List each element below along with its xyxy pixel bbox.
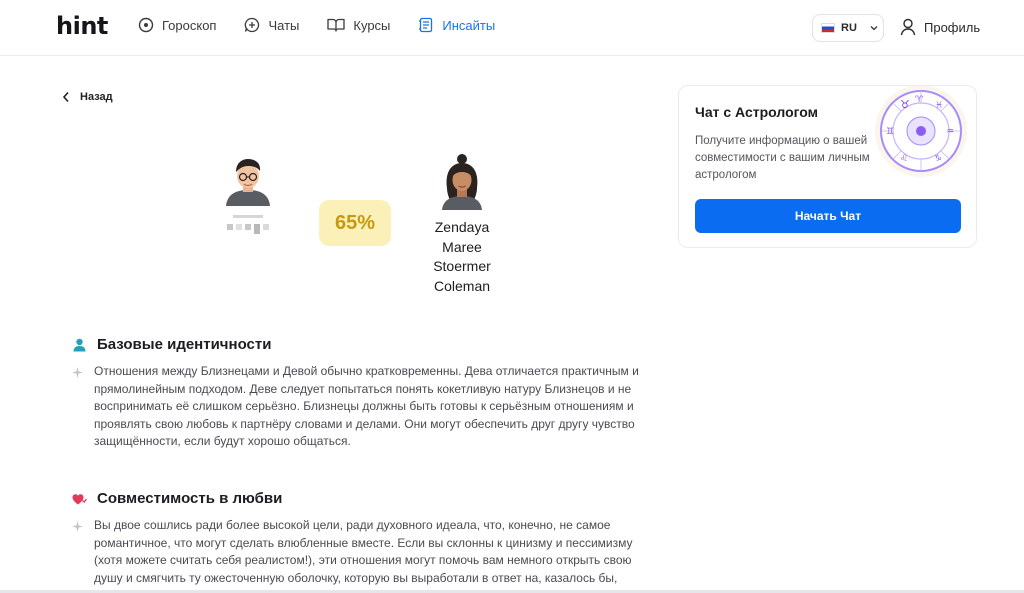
svg-text:♉: ♉ (900, 98, 910, 111)
main-nav: Гороскоп Чаты Курсы Инсайты (138, 17, 523, 33)
section-body: Вы двое сошлись ради более высокой цели,… (72, 517, 642, 587)
person-2: Zendaya Maree Stoermer Coleman (424, 154, 500, 296)
chat-plus-icon (245, 17, 260, 33)
svg-text:♊: ♊ (886, 127, 894, 137)
blurred-name (222, 224, 274, 234)
logo[interactable]: hint (56, 12, 108, 40)
svg-text:♓: ♓ (935, 101, 943, 111)
section-title-text: Совместимость в любви (97, 490, 283, 507)
svg-text:♑: ♑ (934, 154, 942, 164)
profile-label: Профиль (924, 19, 981, 35)
section-text: Вы двое сошлись ради более высокой цели,… (94, 518, 633, 585)
chevron-left-icon (62, 91, 69, 103)
back-button[interactable]: Назад (62, 91, 113, 103)
chevron-down-icon (870, 26, 878, 31)
nav-courses-label: Курсы (353, 17, 391, 33)
back-label: Назад (80, 91, 113, 103)
section-title-text: Базовые идентичности (97, 336, 272, 353)
nav-chats[interactable]: Чаты (244, 17, 299, 33)
card-title: Чат с Астрологом (695, 104, 818, 120)
section-text: Отношения между Близнецами и Девой обычн… (94, 364, 639, 448)
person-2-name: Zendaya Maree Stoermer Coleman (424, 218, 500, 296)
blurred-name-line (233, 215, 263, 218)
russia-flag-icon (821, 23, 835, 33)
person-2-name-line: Stoermer (433, 258, 491, 274)
book-icon (327, 18, 346, 32)
person-1 (222, 154, 274, 234)
female-avatar (442, 154, 482, 210)
language-value: RU (841, 22, 857, 34)
svg-text:♈: ♈ (915, 95, 924, 105)
section-body: Отношения между Близнецами и Девой обычн… (72, 363, 642, 451)
language-select[interactable]: RU (812, 14, 884, 42)
nav-chats-label: Чаты (268, 17, 300, 33)
sparkle-icon (72, 363, 94, 451)
nav-insights-label: Инсайты (442, 17, 496, 33)
person-2-name-line: Coleman (433, 277, 491, 294)
top-header: hint Гороскоп Чаты Курсы Инсайты RU Проф… (0, 0, 1024, 56)
profile-link[interactable]: Профиль (900, 18, 980, 36)
astrologer-chat-card: ♉ ♈ ♓ ♒ ♑ ♌ ♊ Чат с Астрологом Получите … (678, 85, 977, 248)
start-chat-button[interactable]: Начать Чат (695, 199, 961, 233)
section-title: Совместимость в любви (72, 490, 642, 507)
section-love-compatibility: Совместимость в любви Вы двое сошлись ра… (72, 490, 642, 587)
svg-text:♒: ♒ (946, 127, 954, 137)
compatibility-percent: 65% (319, 200, 391, 246)
nav-horoscope[interactable]: Гороскоп (138, 17, 216, 33)
person-2-name-line: Zendaya (434, 219, 490, 235)
insights-icon (419, 17, 433, 33)
hearts-icon (72, 493, 87, 504)
section-title: Базовые идентичности (72, 336, 642, 353)
person-icon (73, 338, 86, 351)
card-text: Получите информацию о вашей совместимост… (695, 135, 870, 181)
zodiac-wheel-icon: ♉ ♈ ♓ ♒ ♑ ♌ ♊ (875, 86, 967, 177)
sparkle-icon (72, 517, 94, 587)
svg-text:♌: ♌ (900, 154, 908, 164)
user-icon (900, 18, 916, 36)
nav-horoscope-label: Гороскоп (162, 17, 217, 33)
male-avatar (226, 159, 270, 206)
nav-courses[interactable]: Курсы (327, 17, 390, 33)
nav-insights[interactable]: Инсайты (418, 17, 495, 33)
person-2-name-line: Maree (442, 238, 482, 255)
target-icon (138, 17, 154, 33)
section-basic-identities: Базовые идентичности Отношения между Бли… (72, 336, 642, 451)
